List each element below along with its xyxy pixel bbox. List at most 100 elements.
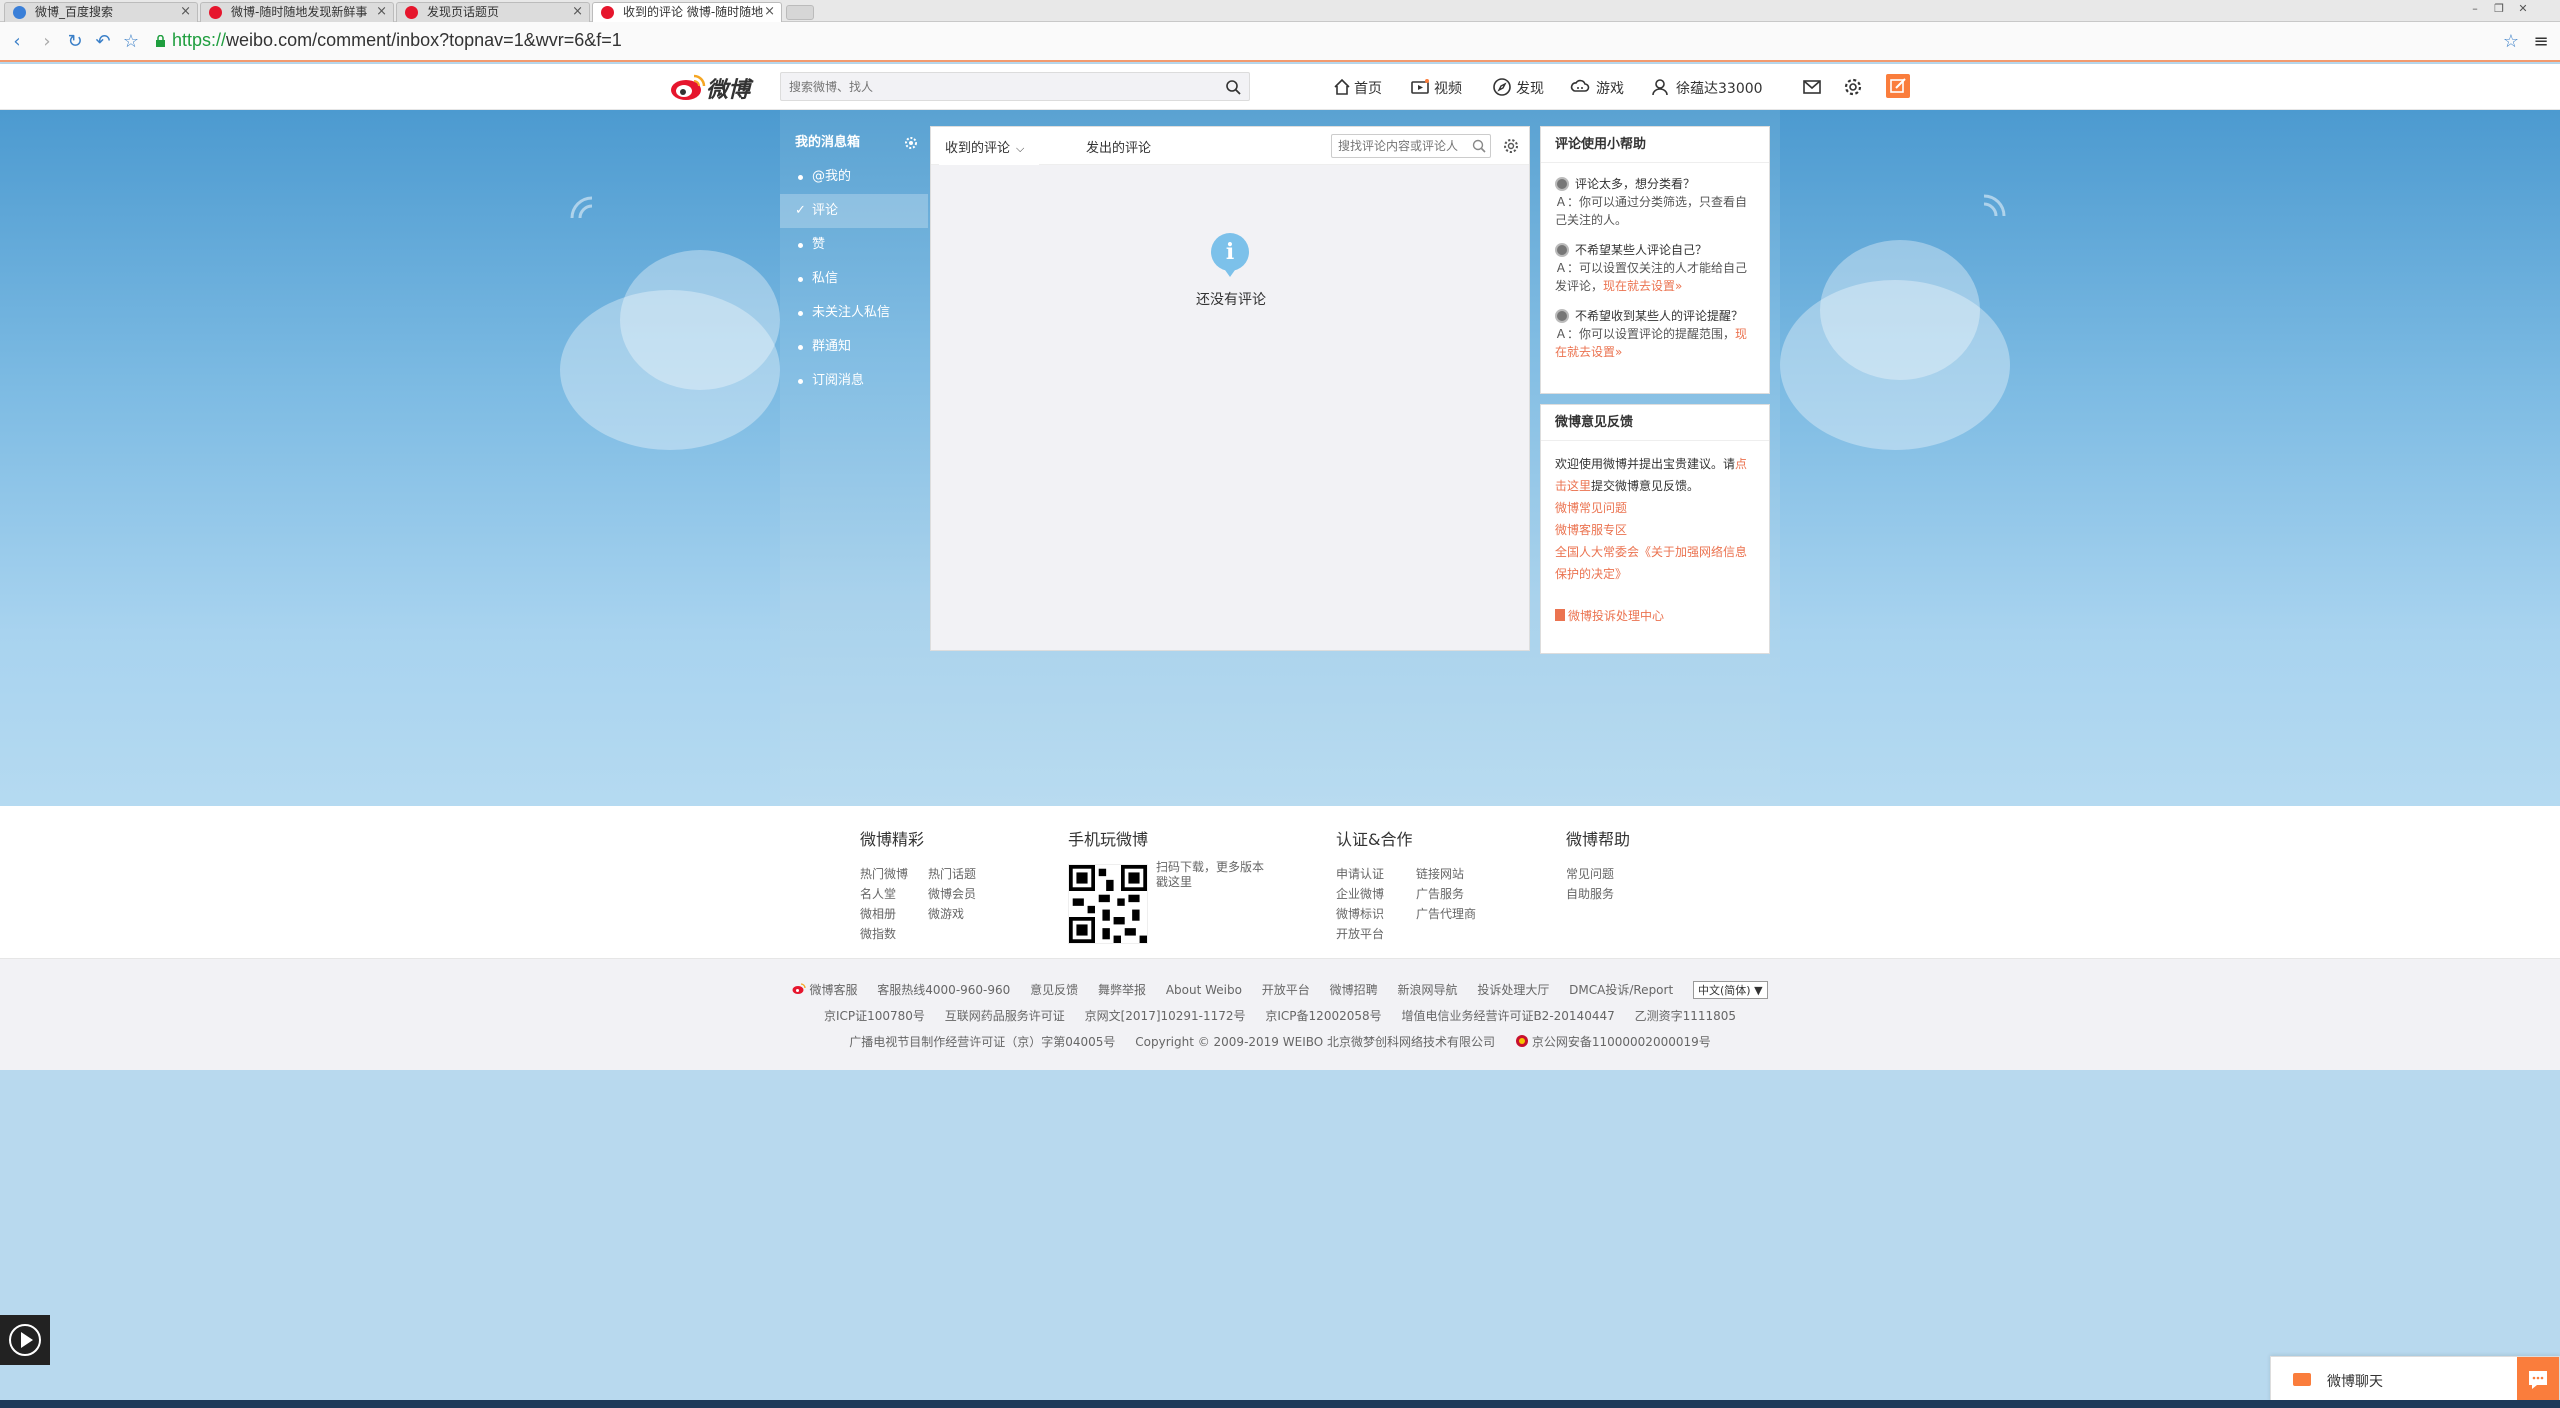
weibo-logo-text[interactable]: 微博 xyxy=(706,72,750,104)
url-field[interactable]: https://weibo.com/comment/inbox?topnav=1… xyxy=(172,30,622,51)
help-answer: Ａ：可以设置仅关注的人才能给自己发评论，现在就去设置» xyxy=(1555,259,1755,295)
back-icon[interactable]: ‹ xyxy=(6,31,28,53)
browser-tab-comments[interactable]: 收到的评论 微博-随时随地 × xyxy=(592,2,782,23)
footer-line-item[interactable]: 新浪网导航 xyxy=(1397,983,1457,997)
close-tab-icon[interactable]: × xyxy=(764,3,775,21)
footer-line-item[interactable]: 投诉处理大厅 xyxy=(1477,983,1549,997)
search-icon[interactable] xyxy=(1472,139,1486,153)
footer-line-item[interactable]: 舞弊举报 xyxy=(1098,983,1146,997)
video-icon[interactable] xyxy=(1410,77,1430,97)
close-tab-icon[interactable]: × xyxy=(376,3,387,21)
footer-link[interactable]: 微指数 xyxy=(860,927,896,941)
footer-link[interactable]: 广告服务 xyxy=(1416,887,1464,901)
faq-link[interactable]: 微博常见问题 xyxy=(1555,497,1755,519)
close-tab-icon[interactable]: × xyxy=(180,3,191,21)
footer-link[interactable]: 广告代理商 xyxy=(1416,907,1476,921)
footer-link[interactable]: 微博会员 xyxy=(928,887,976,901)
police-record-link[interactable]: 京公网安备11000002000019号 xyxy=(1515,1035,1711,1049)
menu-settings-gear-icon[interactable] xyxy=(904,136,918,150)
footer-line-item[interactable]: 增值电信业务经营许可证B2-20140447 xyxy=(1401,1009,1614,1023)
forward-icon[interactable]: › xyxy=(36,31,58,53)
weibo-search xyxy=(780,72,1250,101)
footer-link[interactable]: 热门微博 xyxy=(860,864,928,884)
language-select[interactable]: 中文(简体) ▼ xyxy=(1693,981,1768,999)
reload-icon[interactable]: ↻ xyxy=(64,31,86,53)
menu-item-group-notices[interactable]: 群通知 xyxy=(780,330,928,364)
footer-line-item[interactable]: 乙测资字1111805 xyxy=(1635,1009,1736,1023)
npc-decision-link[interactable]: 全国人大常委会《关于加强网络信息保护的决定》 xyxy=(1555,541,1755,585)
tab-sent-comments[interactable]: 发出的评论 xyxy=(1086,137,1151,156)
bookmark-star-icon[interactable]: ☆ xyxy=(120,31,142,53)
comment-search-input[interactable] xyxy=(1338,138,1468,154)
menu-item-mentions[interactable]: @我的 xyxy=(780,160,928,194)
footer-link[interactable]: 热门话题 xyxy=(928,867,976,881)
footer-link[interactable]: 企业微博 xyxy=(1336,884,1416,904)
footer-line-item[interactable]: 广播电视节目制作经营许可证（京）字第04005号 xyxy=(849,1035,1115,1049)
footer-line-item[interactable]: 开放平台 xyxy=(1262,983,1310,997)
chat-expand-button[interactable] xyxy=(2517,1357,2559,1403)
footer-link[interactable]: 微相册 xyxy=(860,904,928,924)
weibo-service-link[interactable]: 微博客服 xyxy=(792,983,857,997)
footer-link[interactable]: 申请认证 xyxy=(1336,864,1416,884)
footer-link[interactable]: 自助服务 xyxy=(1566,884,1630,904)
footer-line-item[interactable]: 京网文[2017]10291-1172号 xyxy=(1085,1009,1246,1023)
nav-game[interactable]: 游戏 xyxy=(1596,78,1624,98)
footer-line-item[interactable]: 互联网药品服务许可证 xyxy=(945,1009,1065,1023)
footer-link[interactable]: 名人堂 xyxy=(860,884,928,904)
weibo-search-input[interactable] xyxy=(789,77,1209,97)
footer-line-item[interactable]: 京ICP备12002058号 xyxy=(1265,1009,1381,1023)
discover-compass-icon[interactable] xyxy=(1492,77,1512,97)
window-close-icon[interactable]: ✕ xyxy=(2512,2,2534,18)
chat-label: 微博聊天 xyxy=(2327,1374,2383,1390)
menu-item-subscriptions[interactable]: 订阅消息 xyxy=(780,364,928,398)
feedback-content: 欢迎使用微博并提出宝贵建议。请点击这里提交微博意见反馈。 微博常见问题 微博客服… xyxy=(1541,453,1769,627)
menu-item-comments[interactable]: 评论 xyxy=(780,194,928,228)
footer-line-item[interactable]: 微博招聘 xyxy=(1330,983,1378,997)
nav-video[interactable]: 视频 xyxy=(1434,78,1462,98)
setting-link[interactable]: 现在就去设置» xyxy=(1603,279,1682,293)
user-icon[interactable] xyxy=(1650,77,1670,97)
compose-button[interactable] xyxy=(1886,74,1910,98)
game-icon[interactable] xyxy=(1570,77,1590,97)
footer-line-item[interactable]: 京ICP证100780号 xyxy=(824,1009,925,1023)
home-icon[interactable] xyxy=(1332,77,1352,97)
browser-tab-weibo-home[interactable]: 微博-随时随地发现新鲜事 × xyxy=(200,2,394,22)
browser-tab-baidu[interactable]: 微博_百度搜索 × xyxy=(4,2,198,22)
browser-menu-icon[interactable]: ≡ xyxy=(2530,31,2552,53)
footer-link[interactable]: 开放平台 xyxy=(1336,927,1384,941)
media-play-button[interactable] xyxy=(0,1315,50,1365)
nav-home[interactable]: 首页 xyxy=(1354,78,1382,98)
weibo-chat-widget[interactable]: 微博聊天 xyxy=(2270,1356,2560,1403)
settings-gear-icon[interactable] xyxy=(1843,77,1863,97)
footer-link[interactable]: 链接网站 xyxy=(1416,867,1464,881)
footer-line-item[interactable]: About Weibo xyxy=(1166,983,1242,997)
service-zone-link[interactable]: 微博客服专区 xyxy=(1555,519,1755,541)
footer-line-item[interactable]: DMCA投诉/Report xyxy=(1569,983,1673,997)
minimize-icon[interactable]: – xyxy=(2464,2,2486,18)
browser-tab-topic[interactable]: 发现页话题页 × xyxy=(396,2,590,22)
nav-user-name[interactable]: 徐蕴达33000 xyxy=(1676,78,1763,98)
search-icon[interactable] xyxy=(1225,79,1241,95)
page-star-icon[interactable]: ☆ xyxy=(2500,31,2522,53)
tab-received-comments[interactable]: 收到的评论 ⌵ xyxy=(945,137,1024,156)
qr-code-icon[interactable] xyxy=(1068,864,1148,944)
undo-icon[interactable]: ↶ xyxy=(92,31,114,53)
new-tab-button[interactable] xyxy=(786,5,814,20)
footer-link[interactable]: 微游戏 xyxy=(928,907,964,921)
menu-item-likes[interactable]: 赞 xyxy=(780,228,928,262)
maximize-icon[interactable]: ❐ xyxy=(2488,2,2510,18)
footer-link[interactable]: 微博标识 xyxy=(1336,904,1416,924)
browser-tab-bar: 微博_百度搜索 × 微博-随时随地发现新鲜事 × 发现页话题页 × 收到的评论 … xyxy=(0,0,2560,23)
menu-item-unfollowed-messages[interactable]: 未关注人私信 xyxy=(780,296,928,330)
footer-line-item[interactable]: 客服热线4000-960-960 xyxy=(877,983,1010,997)
comment-settings-gear-icon[interactable] xyxy=(1503,138,1519,154)
footer-line-item[interactable]: 意见反馈 xyxy=(1030,983,1078,997)
mail-icon[interactable] xyxy=(1802,77,1822,97)
footer-app-download-text[interactable]: 扫码下载，更多版本戳这里 xyxy=(1156,860,1274,890)
help-question: 评论太多，想分类看？ xyxy=(1555,175,1755,193)
menu-item-private-messages[interactable]: 私信 xyxy=(780,262,928,296)
nav-discover[interactable]: 发现 xyxy=(1516,78,1544,98)
complaint-center-link[interactable]: 微博投诉处理中心 xyxy=(1555,605,1755,627)
close-tab-icon[interactable]: × xyxy=(572,3,583,21)
footer-link[interactable]: 常见问题 xyxy=(1566,864,1630,884)
